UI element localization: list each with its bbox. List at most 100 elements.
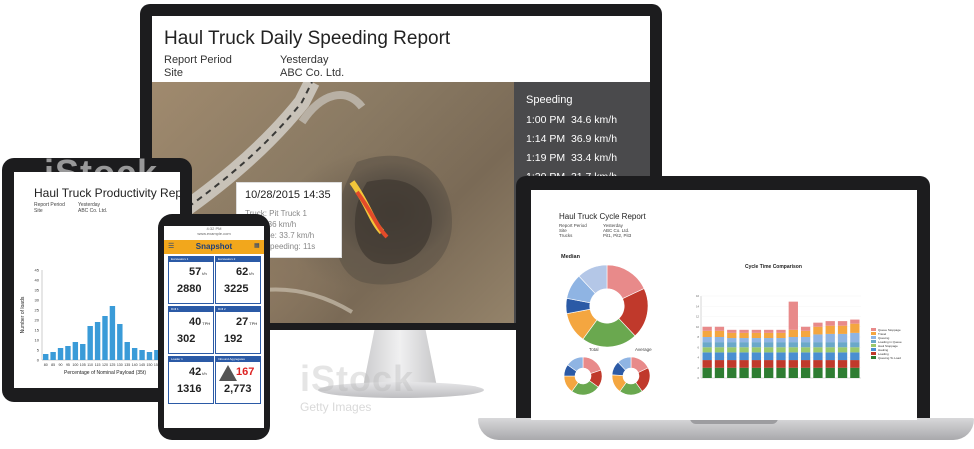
speeding-row[interactable]: 1:00 PM 34.6 km/h [526, 114, 617, 126]
stacked-bar-segment [788, 367, 798, 378]
histogram-bar [139, 350, 145, 360]
stacked-bar-segment [764, 329, 774, 333]
stacked-bar-segment [825, 367, 835, 378]
legend-swatch [871, 336, 876, 339]
stacked-bar-segment [825, 333, 835, 343]
stacked-bar-segment [739, 367, 749, 378]
legend-swatch [871, 356, 876, 359]
snapshot-card[interactable]: Loader 1 42t/h 1316 [168, 356, 214, 404]
report-header: Haul Truck Daily Speeding Report Report … [152, 16, 650, 82]
watermark: iStock [740, 132, 855, 173]
stacked-bar-segment [776, 332, 786, 339]
speeding-row[interactable]: 1:14 PM 36.9 km/h [526, 133, 617, 145]
stacked-bar-segment [702, 367, 712, 378]
snapshot-card[interactable]: Excavators 1 57t/h 2880 [168, 256, 214, 304]
stacked-bar-segment [850, 347, 860, 353]
card-secondary-value: 192 [224, 333, 243, 345]
x-tick-label: 135 [124, 363, 130, 367]
stack-legend: Queue Stoppage Travel Queuing Loading in Qu… [871, 328, 902, 360]
snapshot-card[interactable]: Inbound Aggregates 167 2,773 [215, 356, 261, 404]
stacked-bar-segment [837, 333, 848, 343]
histogram-bar [50, 352, 56, 360]
card-secondary-value: 302 [177, 333, 196, 345]
stacked-bar-segment [751, 347, 762, 353]
histogram-bar [65, 346, 71, 360]
histogram-bar [80, 344, 86, 360]
speeding-row[interactable]: 1:19 PM 33.4 km/h [526, 152, 617, 164]
x-tick-label: 140 [132, 363, 138, 367]
stacked-bar-segment [714, 367, 725, 378]
stacked-bar-segment [800, 326, 811, 331]
stacked-bar-segment [837, 367, 848, 378]
speeding-time: 1:14 PM [526, 133, 566, 145]
stacked-bar-segment [727, 367, 737, 378]
x-tick-label: 115 [95, 363, 101, 367]
x-tick-label: 85 [51, 363, 55, 367]
meta-value: ABC Co. Ltd. [280, 67, 345, 79]
stacked-bar-segment [764, 342, 774, 348]
stacked-bar-segment [850, 352, 860, 361]
card-title: Drill 2 [216, 307, 260, 312]
meta-label: Report Period [164, 54, 232, 66]
stacked-bar-segment [825, 325, 835, 334]
x-tick-label: 150 [146, 363, 152, 367]
watermark-sub: Getty Images [300, 400, 372, 414]
average-donut-chart [611, 356, 651, 396]
histogram-bar [57, 348, 64, 360]
card-secondary-value: 1316 [177, 383, 202, 395]
legend-swatch [871, 332, 876, 335]
histogram-bar [109, 306, 116, 360]
stacked-bar-segment [850, 332, 860, 343]
stacked-bar-segment [727, 360, 737, 368]
x-tick-label: 120 [102, 363, 108, 367]
meta-value: Yesterday [280, 54, 329, 66]
stacked-bar-segment [776, 352, 786, 361]
card-primary-value: 62t/h [236, 266, 254, 278]
stacked-bar-segment [739, 342, 749, 348]
histogram-bar [124, 342, 130, 360]
stacked-bar-segment [850, 367, 860, 378]
stacked-bar-segment [800, 347, 811, 353]
snapshot-card[interactable]: Drill 1 40TPH 302 [168, 306, 214, 354]
status-url: www.example.com [197, 231, 231, 236]
stacked-bar-segment [702, 326, 712, 331]
stack-chart-title: Cycle Time Comparison [745, 264, 802, 270]
x-tick-label: 110 [87, 363, 93, 367]
stacked-bar-segment [825, 347, 835, 353]
speeding-title: Speeding [526, 94, 573, 106]
stacked-bar-segment [788, 329, 798, 337]
stacked-bar-segment [850, 323, 860, 333]
stacked-bar-segment [727, 332, 737, 339]
x-axis-label: Percentage of Nominal Payload (35t) [64, 370, 146, 376]
x-tick-label: 80 [44, 363, 48, 367]
histogram-bar [117, 324, 123, 360]
snapshot-title: Snapshot [195, 242, 233, 251]
snapshot-card[interactable]: Excavators 2 62t/h 3225 [215, 256, 261, 304]
snapshot-card[interactable]: Drill 2 27TPH 192 [215, 306, 261, 354]
median-donut-chart [565, 264, 649, 348]
stacked-bar-segment [764, 352, 774, 361]
stacked-bar-segment [800, 330, 811, 337]
stacked-bar-segment [800, 367, 811, 378]
stacked-bar-segment [813, 347, 823, 353]
stacked-bar-segment [702, 347, 712, 353]
y-tick-label: 40 [35, 278, 40, 283]
stacked-bar-segment [764, 332, 774, 339]
stacked-bar-segment [702, 342, 712, 348]
legend-swatch [871, 344, 876, 347]
report-title: Haul Truck Daily Speeding Report [164, 28, 451, 49]
stacked-bar-segment [739, 338, 749, 343]
stacked-bar-segment [800, 352, 811, 361]
stacked-bar-segment [813, 367, 823, 378]
phone-screen: 4:32 PM www.example.com ☰ ▦ Snapshot Exc… [164, 226, 264, 428]
histogram-bar [102, 316, 108, 360]
card-unit: t/h [202, 371, 207, 376]
stacked-bar-segment [714, 337, 725, 343]
stacked-bar-segment [727, 329, 737, 333]
y-tick-label: 12 [696, 315, 699, 319]
stacked-bar-segment [825, 352, 835, 361]
y-tick-label: 35 [35, 288, 40, 293]
histogram-bar [146, 352, 153, 360]
x-tick-label: 95 [66, 363, 70, 367]
stacked-bar-segment [776, 367, 786, 378]
